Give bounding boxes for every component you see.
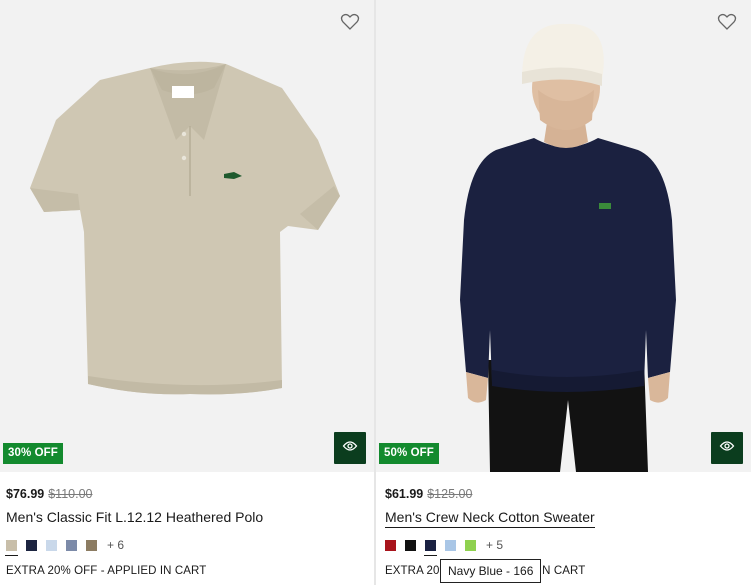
product-card-polo[interactable]: 30% OFF $76.99 $110.00 Men's Classic Fit … xyxy=(0,0,374,585)
swatch-1[interactable] xyxy=(5,539,18,556)
product-image-sweater[interactable]: 50% OFF xyxy=(376,0,751,472)
quick-view-button[interactable] xyxy=(334,432,366,464)
sweater-model-image xyxy=(460,23,676,472)
discount-badge: 30% OFF xyxy=(3,443,63,464)
discount-badge: 50% OFF xyxy=(379,443,439,464)
quick-view-icon xyxy=(342,438,358,459)
product-image-polo[interactable]: 30% OFF xyxy=(0,0,374,472)
color-swatches: + 6 xyxy=(5,537,124,556)
product-card-sweater[interactable]: 50% OFF $61.99 $125.00 Men's Crew Neck Co… xyxy=(376,0,751,585)
more-colors-link[interactable]: + 5 xyxy=(486,538,503,552)
swatch-5[interactable] xyxy=(465,539,476,551)
swatch-3[interactable] xyxy=(424,539,437,556)
sale-price: $76.99 xyxy=(6,487,45,501)
quick-view-button[interactable] xyxy=(711,432,743,464)
swatch-3[interactable] xyxy=(46,539,57,551)
original-price: $125.00 xyxy=(427,487,473,501)
color-swatches: + 5 xyxy=(385,537,503,556)
swatch-5[interactable] xyxy=(86,539,97,551)
swatch-2[interactable] xyxy=(405,539,416,551)
promo-text: EXTRA 20% OFF - APPLIED IN CART xyxy=(6,565,207,577)
polo-shirt-image xyxy=(30,61,340,395)
swatch-2[interactable] xyxy=(26,539,37,551)
price-row: $76.99 $110.00 xyxy=(6,487,93,501)
product-name-link[interactable]: Men's Classic Fit L.12.12 Heathered Polo xyxy=(6,509,263,525)
sale-price: $61.99 xyxy=(385,487,424,501)
price-row: $61.99 $125.00 xyxy=(385,487,472,501)
wishlist-heart-icon[interactable] xyxy=(340,12,360,32)
quick-view-icon xyxy=(719,438,735,459)
more-colors-link[interactable]: + 6 xyxy=(107,538,124,552)
original-price: $110.00 xyxy=(48,487,93,501)
wishlist-heart-icon[interactable] xyxy=(717,12,737,32)
product-grid: 30% OFF $76.99 $110.00 Men's Classic Fit … xyxy=(0,0,751,585)
swatch-4[interactable] xyxy=(66,539,77,551)
swatch-4[interactable] xyxy=(445,539,456,551)
swatch-1[interactable] xyxy=(385,539,396,551)
product-name-link[interactable]: Men's Crew Neck Cotton Sweater xyxy=(385,509,595,528)
swatch-tooltip: Navy Blue - 166 xyxy=(440,559,542,583)
